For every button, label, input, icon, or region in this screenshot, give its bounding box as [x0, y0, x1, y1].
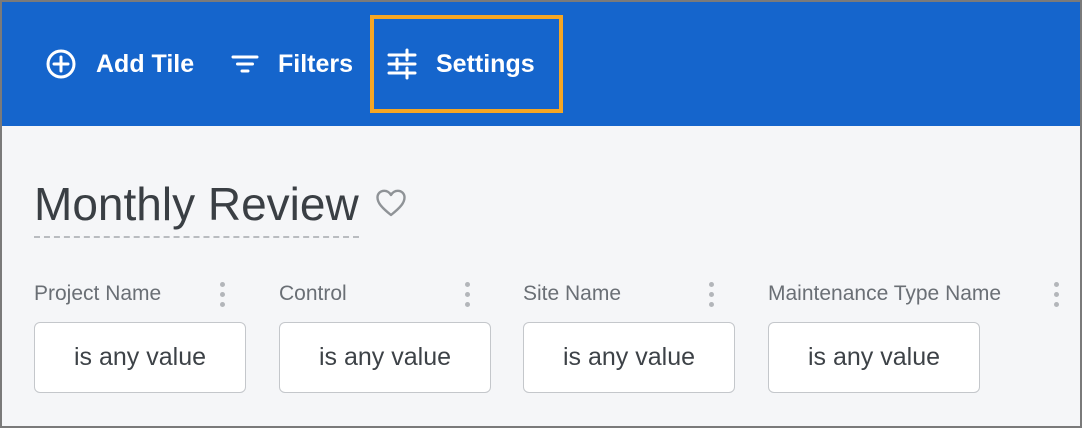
settings-button[interactable]: Settings [386, 38, 535, 90]
filter-value-box[interactable]: is any value [34, 322, 246, 393]
sliders-icon [386, 48, 418, 80]
add-tile-button[interactable]: Add Tile [44, 38, 194, 90]
filters-label: Filters [278, 49, 354, 78]
filter-label: Site Name [523, 282, 622, 305]
kebab-menu-icon[interactable] [462, 282, 472, 308]
filter-label: Control [279, 282, 347, 305]
dashboard-frame: Add Tile Filters Settings Monthly Review… [0, 0, 1082, 428]
filter-maintenance-type-name: Maintenance Type Name is any value [768, 280, 1061, 400]
filter-label: Maintenance Type Name [768, 282, 1002, 305]
dashboard-toolbar: Add Tile Filters Settings [2, 2, 1080, 126]
filters-button[interactable]: Filters [230, 38, 353, 90]
filter-value-box[interactable]: is any value [523, 322, 735, 393]
filter-value-box[interactable]: is any value [768, 322, 980, 393]
filter-lines-icon [230, 49, 260, 79]
filter-value-box[interactable]: is any value [279, 322, 491, 393]
heart-icon[interactable] [375, 188, 407, 223]
filter-label: Project Name [34, 282, 162, 305]
add-tile-label: Add Tile [96, 49, 195, 78]
kebab-menu-icon[interactable] [217, 282, 227, 308]
settings-label: Settings [436, 49, 535, 78]
kebab-menu-icon[interactable] [706, 282, 716, 308]
dashboard-header: Monthly Review [34, 174, 407, 240]
dashboard-title[interactable]: Monthly Review [34, 174, 359, 238]
kebab-menu-icon[interactable] [1051, 282, 1061, 308]
plus-circle-icon [44, 47, 78, 81]
